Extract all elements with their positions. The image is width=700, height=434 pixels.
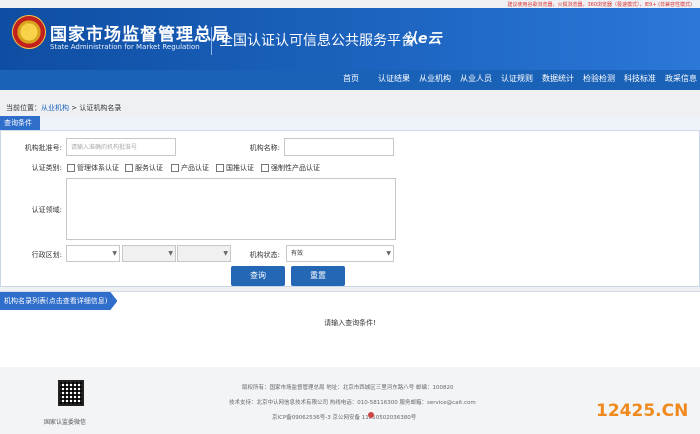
nav-item-statistics[interactable]: 数据统计: [542, 73, 574, 84]
nav-item-home[interactable]: 首页: [343, 73, 359, 84]
checkbox-ccc-cert[interactable]: [261, 164, 269, 172]
site-watermark: 12425.CN: [596, 401, 689, 421]
nav-item-institutions[interactable]: 从业机构: [419, 73, 451, 84]
footer-support: 技术支持：北京中认网信息技术有限公司 热线电话：010-58116300 服务邮…: [229, 400, 476, 406]
checkbox-label-service-cert: 服务认证: [135, 164, 163, 172]
status-selected-value: 有效: [291, 250, 304, 257]
agency-name-cn: 国家市场监督管理总局: [50, 25, 230, 45]
nav-item-personnel[interactable]: 从业人员: [460, 73, 492, 84]
chevron-down-icon: ▼: [168, 250, 173, 257]
query-panel-title: 查询条件: [0, 116, 40, 130]
footer-icp: 京ICP备09062536号-3 京公网安备 11010502036380号: [272, 415, 417, 421]
checkbox-label-management-system: 管理体系认证: [77, 164, 119, 172]
breadcrumb-link[interactable]: 从业机构: [41, 104, 69, 112]
checkbox-product-cert[interactable]: [171, 164, 179, 172]
footer-copyright: 版权所有：国家市场监督管理总局 地址：北京市西城区三里河东路八号 邮编：1008…: [242, 385, 454, 391]
reset-button[interactable]: 重置: [291, 266, 345, 286]
checkbox-label-national-cert: 国推认证: [226, 164, 254, 172]
chevron-down-icon: ▼: [386, 250, 391, 257]
region-city-select[interactable]: ▼: [122, 245, 176, 262]
breadcrumb-current: 认证机构名录: [79, 104, 122, 112]
emblem-star-icon: ★: [20, 20, 33, 36]
renyun-logo: 认e云: [404, 31, 442, 47]
breadcrumb-prefix: 当前位置：: [6, 104, 41, 112]
breadcrumb: 当前位置：从业机构 > 认证机构名录: [0, 90, 700, 112]
checkbox-label-product-cert: 产品认证: [181, 164, 209, 172]
checkbox-label-ccc-cert: 强制性产品认证: [271, 164, 320, 172]
region-province-select[interactable]: ▼: [66, 245, 120, 262]
nav-item-standards[interactable]: 科技标准: [624, 73, 656, 84]
cert-category-label: 认证类别:: [31, 164, 62, 172]
checkbox-service-cert[interactable]: [125, 164, 133, 172]
approval-number-input[interactable]: 请输入准确的机构批准号: [66, 138, 176, 156]
agency-name-en: State Administration for Market Regulati…: [50, 43, 200, 51]
institution-name-label: 机构名称:: [249, 144, 280, 152]
platform-title: 全国认证认可信息公共服务平台: [219, 33, 415, 49]
qr-code-label: 国家认监委微信: [44, 419, 87, 426]
header-divider: [211, 27, 212, 55]
empty-results-message: 请输入查询条件!: [324, 319, 376, 327]
institution-status-label: 机构状态:: [249, 251, 280, 259]
breadcrumb-sep: >: [69, 104, 80, 112]
institution-name-input[interactable]: [284, 138, 394, 156]
wechat-qr-code: [58, 380, 84, 406]
cert-field-textarea[interactable]: [66, 178, 396, 240]
institution-status-select[interactable]: 有效 ▼: [286, 245, 394, 262]
cert-field-label: 认证领域:: [31, 206, 62, 214]
results-panel-title[interactable]: 机构名录列表(点击查看详细信息): [0, 292, 118, 310]
checkbox-management-system[interactable]: [67, 164, 75, 172]
chevron-down-icon: ▼: [112, 250, 117, 257]
browser-recommendation-note: 建议使用谷歌浏览器，火狐浏览器，360浏览器（极速模式），IE9+ (非兼容性模…: [507, 2, 692, 8]
region-label: 行政区划:: [31, 251, 62, 259]
nav-item-procurement[interactable]: 政采信息: [665, 73, 697, 84]
query-button[interactable]: 查询: [231, 266, 285, 286]
query-panel-header: [0, 116, 700, 131]
nav-item-cert-results[interactable]: 认证结果: [378, 73, 410, 84]
approval-number-label: 机构批准号:: [24, 144, 62, 152]
nav-item-testing[interactable]: 检验检测: [583, 73, 615, 84]
checkbox-national-cert[interactable]: [216, 164, 224, 172]
nav-item-rules[interactable]: 认证规则: [501, 73, 533, 84]
police-badge-icon: [368, 412, 374, 418]
